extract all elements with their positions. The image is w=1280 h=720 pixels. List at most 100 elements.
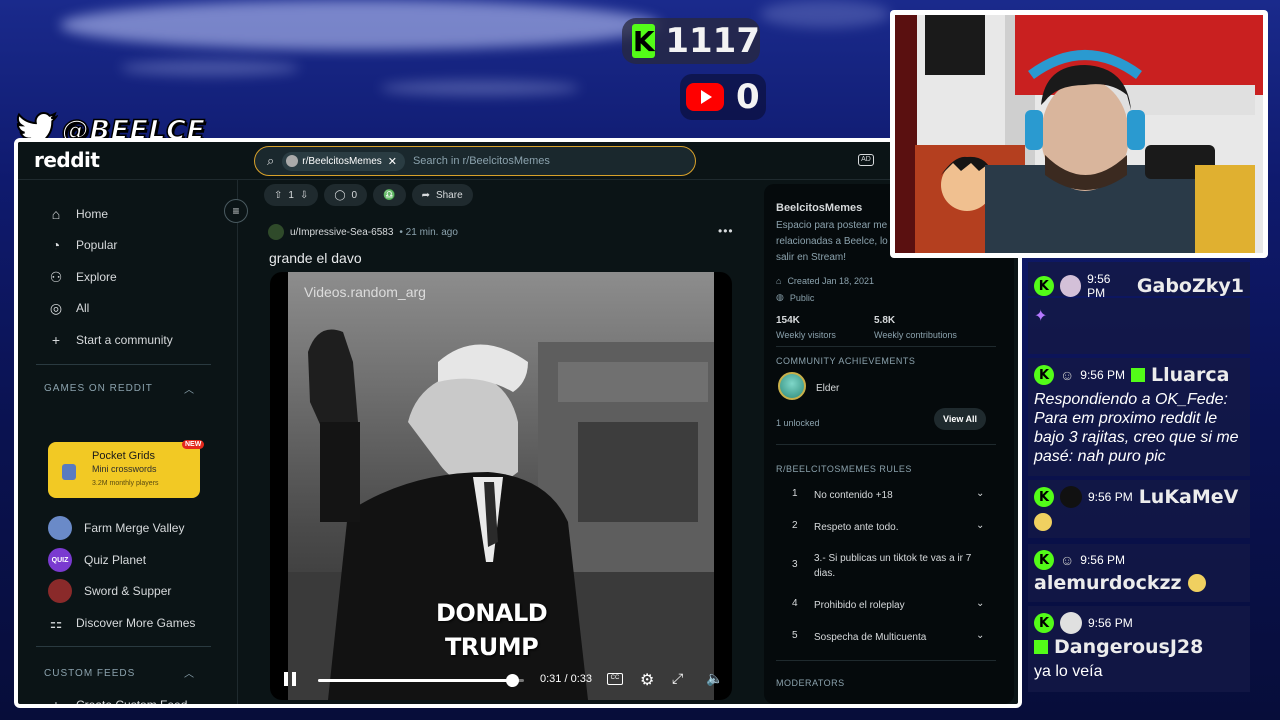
- background-cloud: [60, 0, 660, 50]
- rule-item[interactable]: 5 Sospecha de Multicuenta ⌄: [792, 630, 992, 645]
- chat-username: alemurdockzz: [1034, 572, 1182, 594]
- more-options-icon[interactable]: •••: [718, 224, 734, 238]
- chevron-up-icon[interactable]: ︿: [184, 381, 194, 396]
- rule-item[interactable]: 1 No contenido +18 ⌄: [792, 488, 992, 503]
- captions-icon[interactable]: CC: [607, 673, 623, 685]
- visitors-label: Weekly visitors: [776, 330, 836, 340]
- progress-scrubber[interactable]: [505, 674, 519, 687]
- upvote-icon[interactable]: ⇧: [274, 190, 282, 201]
- kick-badge-icon: K: [1034, 613, 1054, 633]
- search-bar[interactable]: ⌕ r/BeelcitosMemes ✕ Search in r/Beelcit…: [254, 146, 696, 176]
- rule-item[interactable]: 4 Prohibido el roleplay ⌄: [792, 598, 992, 613]
- gear-icon[interactable]: ⚙: [640, 670, 654, 690]
- chat-username: Lluarca: [1151, 364, 1230, 386]
- chat-emote-line: [1028, 510, 1250, 537]
- chat-text: Respondiendo a OK_Fede: Para em proximo …: [1034, 391, 1239, 465]
- custom-feeds-header[interactable]: CUSTOM FEEDS: [44, 668, 135, 679]
- reddit-header: reddit ⌕ r/BeelcitosMemes ✕ Search in r/…: [18, 142, 1018, 180]
- emote-icon: [1187, 574, 1206, 592]
- moderators-header: MODERATORS: [776, 678, 845, 688]
- game-farm-merge-valley[interactable]: Farm Merge Valley: [48, 516, 184, 540]
- rule-number: 4: [792, 598, 798, 609]
- reddit-logo[interactable]: reddit: [34, 148, 100, 172]
- sword-supper-icon: [48, 579, 72, 603]
- chevron-down-icon[interactable]: ⌄: [976, 488, 984, 499]
- quiz-planet-icon: QUIZ: [48, 548, 72, 572]
- nav-explore[interactable]: ⚇ Explore: [48, 265, 117, 289]
- fullscreen-icon[interactable]: ⤢: [672, 670, 683, 687]
- pocket-grids-plays: 3.2M monthly players: [92, 480, 159, 487]
- post-title[interactable]: grande el davo: [269, 250, 362, 266]
- author-avatar[interactable]: [268, 224, 284, 240]
- chevron-up-icon[interactable]: ︿: [184, 665, 194, 680]
- nav-popular[interactable]: ◔ Popular: [48, 233, 118, 257]
- chat-time: 9:56 PM: [1080, 553, 1125, 567]
- rule-number: 3: [792, 559, 798, 570]
- share-label: Share: [435, 189, 463, 201]
- vote-control[interactable]: ⇧ 1 ⇩: [264, 184, 319, 206]
- game-quiz-planet[interactable]: QUIZ Quiz Planet: [48, 548, 146, 572]
- chat-avatar: [1060, 486, 1082, 508]
- create-custom-feed[interactable]: + Create Custom Feed: [48, 693, 188, 708]
- games-section-header[interactable]: GAMES ON REDDIT: [44, 383, 153, 394]
- comments-button[interactable]: ◯ 0: [324, 184, 368, 206]
- rule-item[interactable]: 3 3.- Si publicas un tiktok te vas a ir …: [792, 551, 992, 581]
- author-name[interactable]: u/Impressive-Sea-6583: [290, 227, 393, 238]
- game-sword-supper[interactable]: Sword & Supper: [48, 579, 171, 603]
- created-date: Created Jan 18, 2021: [787, 276, 875, 286]
- search-icon: ⌕: [267, 153, 275, 168]
- gamepad-icon: ⚏: [49, 614, 63, 631]
- chat-header: K 9:56 PM GaboZky1: [1028, 262, 1250, 302]
- achievement-name: Elder: [816, 383, 840, 394]
- achievements-header: COMMUNITY ACHIEVEMENTS: [776, 356, 916, 366]
- view-all-button[interactable]: View All: [934, 408, 987, 430]
- volume-icon[interactable]: 🔈: [706, 670, 723, 687]
- caption-line: TRUMP: [444, 633, 539, 661]
- rule-item[interactable]: 2 Respeto ante todo. ⌄: [792, 520, 992, 535]
- collapse-sidebar-button[interactable]: ≡: [224, 199, 248, 223]
- chevron-down-icon[interactable]: ⌄: [976, 598, 984, 609]
- community-name[interactable]: BeelcitosMemes: [776, 202, 862, 214]
- discover-more-games[interactable]: ⚏ Discover More Games: [48, 611, 196, 635]
- visibility-row: ◍ Public: [776, 292, 814, 303]
- farm-merge-valley-icon: [48, 516, 72, 540]
- all-icon: ◎: [49, 299, 63, 316]
- post-action-bar: ⇧ 1 ⇩ ◯ 0 ♎ ➦ Share: [264, 184, 473, 206]
- close-icon[interactable]: ✕: [388, 155, 397, 168]
- kick-count: 1117: [665, 21, 760, 61]
- youtube-logo-icon: [686, 83, 724, 111]
- video-progress-bar[interactable]: [318, 674, 524, 687]
- kick-badge-icon: K: [1034, 365, 1054, 385]
- divider: [776, 660, 996, 661]
- game-label: Sword & Supper: [84, 584, 172, 598]
- visibility-label: Public: [789, 292, 815, 303]
- award-icon: ♎: [383, 189, 396, 201]
- comment-count: 0: [351, 189, 358, 201]
- elder-achievement-icon: [778, 372, 806, 400]
- nav-home[interactable]: ⌂ Home: [48, 202, 108, 226]
- left-sidebar: ⌂ Home ◔ Popular ⚇ Explore ◎ All + Start…: [18, 180, 238, 708]
- video-player[interactable]: Videos.random_arg DONALD TRUMP 0:31 / 0:…: [270, 272, 732, 700]
- share-button[interactable]: ➦ Share: [411, 184, 473, 206]
- nav-all[interactable]: ◎ All: [48, 296, 89, 320]
- award-button[interactable]: ♎: [373, 184, 406, 206]
- webcam-overlay: [890, 10, 1268, 258]
- chevron-down-icon[interactable]: ⌄: [976, 520, 984, 531]
- kick-logo-icon: K: [632, 24, 656, 58]
- pause-icon[interactable]: [284, 672, 296, 686]
- chat-header: K ☺ 9:56 PM: [1028, 544, 1250, 572]
- create-feed-label: Create Custom Feed: [76, 698, 188, 708]
- search-input[interactable]: Search in r/BeelcitosMemes: [413, 155, 550, 167]
- advertise-icon[interactable]: AD: [858, 154, 874, 166]
- nav-start-community[interactable]: + Start a community: [48, 328, 173, 352]
- pocket-grids-card[interactable]: NEW Pocket Grids Mini crosswords 3.2M mo…: [48, 440, 205, 498]
- chat-message: K ☺ 9:56 PM alemurdockzz: [1028, 544, 1250, 602]
- contributions-count: 5.8K: [874, 315, 896, 326]
- chevron-down-icon[interactable]: ⌄: [976, 630, 984, 641]
- stream-chat: K 9:56 PM GaboZky1 ✦ K ☺ 9:56 PM Lluarca…: [1028, 262, 1278, 712]
- downvote-icon[interactable]: ⇩: [300, 190, 308, 201]
- user-icon: ☺: [1060, 552, 1075, 568]
- subreddit-filter-chip[interactable]: r/BeelcitosMemes ✕: [282, 151, 405, 171]
- post-time: • 21 min. ago: [399, 226, 458, 238]
- rule-number: 2: [792, 520, 798, 531]
